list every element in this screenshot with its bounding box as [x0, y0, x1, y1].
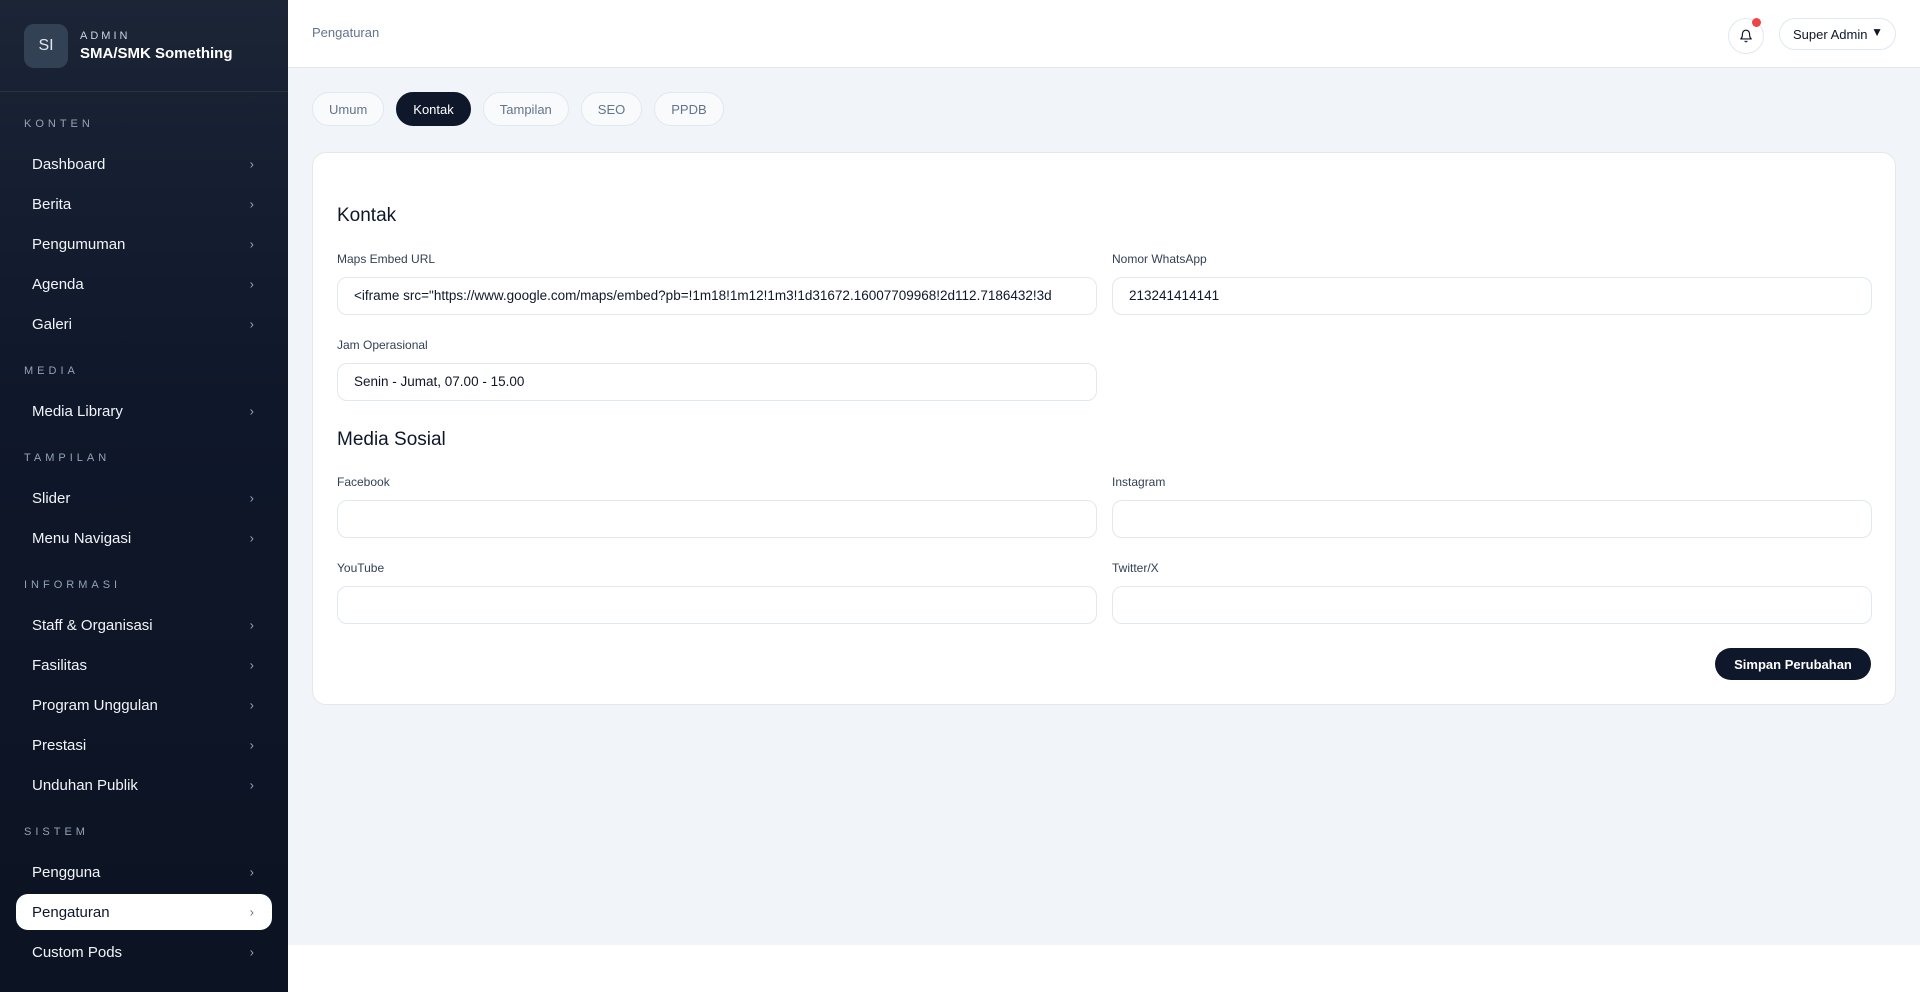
topbar: Pengaturan Super Admin ▼	[288, 0, 1920, 68]
chevron-right-icon: ›	[249, 617, 254, 633]
chevron-right-icon: ›	[249, 236, 254, 252]
chevron-right-icon: ›	[249, 944, 254, 960]
sidebar-section-label: TAMPILAN	[24, 452, 111, 464]
settings-tabs: Umum Kontak Tampilan SEO PPDB	[312, 92, 736, 126]
youtube-label: YouTube	[337, 561, 385, 575]
twitter-input[interactable]	[1112, 586, 1872, 624]
brand-logo: SI	[24, 23, 68, 68]
media-sosial-title: Media Sosial	[337, 429, 446, 450]
tab-tampilan[interactable]: Tampilan	[482, 92, 569, 126]
tab-kontak[interactable]: Kontak	[396, 92, 471, 126]
sidebar-item-label: Staff & Organisasi	[32, 616, 153, 634]
sidebar-item-label: Dashboard	[32, 155, 106, 173]
sidebar-item-pengaturan[interactable]: Pengaturan ›	[16, 894, 272, 930]
sidebar-item-program-unggulan[interactable]: Program Unggulan ›	[16, 687, 272, 723]
sidebar-item-slider[interactable]: Slider ›	[16, 480, 272, 516]
notification-button[interactable]	[1728, 18, 1764, 54]
jam-label: Jam Operasional	[337, 338, 428, 352]
youtube-input[interactable]	[337, 586, 1097, 624]
sidebar-item-menu-navigasi[interactable]: Menu Navigasi ›	[16, 520, 272, 556]
sidebar-item-label: Media Library	[32, 402, 123, 420]
sidebar-item-label: Pengaturan	[32, 903, 110, 921]
whatsapp-label: Nomor WhatsApp	[1112, 252, 1207, 266]
sidebar-item-media-library[interactable]: Media Library ›	[16, 393, 272, 429]
chevron-right-icon: ›	[249, 490, 254, 506]
sidebar-item-pengumuman[interactable]: Pengumuman ›	[16, 226, 272, 262]
chevron-right-icon: ›	[249, 530, 254, 546]
twitter-label: Twitter/X	[1112, 561, 1159, 575]
sidebar-item-prestasi[interactable]: Prestasi ›	[16, 727, 272, 763]
sidebar-item-label: Menu Navigasi	[32, 529, 132, 547]
sidebar-item-berita[interactable]: Berita ›	[16, 186, 272, 222]
maps-label: Maps Embed URL	[337, 252, 436, 266]
sidebar-item-custom-pods[interactable]: Custom Pods ›	[16, 934, 272, 970]
instagram-input[interactable]	[1112, 500, 1872, 538]
notification-badge	[1752, 18, 1761, 27]
maps-embed-input[interactable]: <iframe src="https://www.google.com/maps…	[337, 277, 1097, 315]
whatsapp-input[interactable]: 213241414141	[1112, 277, 1872, 315]
sidebar-item-label: Slider	[32, 489, 71, 507]
sidebar-item-label: Pengguna	[32, 863, 101, 881]
sidebar-item-pengguna[interactable]: Pengguna ›	[16, 854, 272, 890]
facebook-label: Facebook	[337, 475, 390, 489]
chevron-right-icon: ›	[249, 777, 254, 793]
chevron-right-icon: ›	[249, 904, 254, 920]
sidebar-item-galeri[interactable]: Galeri ›	[16, 306, 272, 342]
user-name: Super Admin	[1793, 26, 1868, 42]
sidebar-item-label: Custom Pods	[32, 943, 123, 961]
kontak-section-title: Kontak	[337, 205, 397, 226]
chevron-right-icon: ›	[249, 403, 254, 419]
chevron-right-icon: ›	[249, 156, 254, 172]
kontak-card: Kontak Maps Embed URL <iframe src="https…	[312, 152, 1896, 705]
sidebar-item-label: Fasilitas	[32, 656, 88, 674]
brand-name: SMA/SMK Something	[80, 44, 233, 62]
sidebar-section-label: KONTEN	[24, 118, 94, 130]
chevron-right-icon: ›	[249, 276, 254, 292]
sidebar-item-agenda[interactable]: Agenda ›	[16, 266, 272, 302]
tab-seo[interactable]: SEO	[580, 92, 643, 126]
caret-down-icon: ▼	[1871, 25, 1883, 39]
sidebar-item-label: Program Unggulan	[32, 696, 158, 714]
sidebar: SI ADMIN SMA/SMK Something KONTEN Dashboa…	[0, 0, 288, 992]
chevron-right-icon: ›	[249, 864, 254, 880]
chevron-right-icon: ›	[249, 737, 254, 753]
jam-operasional-input[interactable]: Senin - Jumat, 07.00 - 15.00	[337, 363, 1097, 401]
sidebar-item-label: Agenda	[32, 275, 84, 293]
instagram-label: Instagram	[1112, 475, 1166, 489]
save-button[interactable]: Simpan Perubahan	[1715, 648, 1871, 680]
sidebar-item-label: Prestasi	[32, 736, 87, 754]
main-area: Pengaturan Super Admin ▼ Umum Kontak Tampi…	[288, 0, 1920, 945]
bell-icon	[1740, 29, 1752, 43]
sidebar-section-label: SISTEM	[24, 826, 89, 838]
tab-ppdb[interactable]: PPDB	[654, 92, 724, 126]
user-menu-button[interactable]: Super Admin ▼	[1779, 18, 1896, 50]
sidebar-section-label: INFORMASI	[24, 579, 122, 591]
sidebar-item-dashboard[interactable]: Dashboard ›	[16, 146, 272, 182]
sidebar-item-fasilitas[interactable]: Fasilitas ›	[16, 647, 272, 683]
facebook-input[interactable]	[337, 500, 1097, 538]
sidebar-item-label: Berita	[32, 195, 72, 213]
sidebar-item-label: Galeri	[32, 315, 73, 333]
chevron-right-icon: ›	[249, 316, 254, 332]
sidebar-section-label: MEDIA	[24, 365, 79, 377]
brand: SI ADMIN SMA/SMK Something	[0, 0, 288, 92]
brand-role: ADMIN	[80, 29, 131, 42]
chevron-right-icon: ›	[249, 697, 254, 713]
tab-umum[interactable]: Umum	[312, 92, 385, 126]
sidebar-item-unduhan-publik[interactable]: Unduhan Publik ›	[16, 767, 272, 803]
chevron-right-icon: ›	[249, 657, 254, 673]
sidebar-item-label: Unduhan Publik	[32, 776, 138, 794]
sidebar-item-label: Pengumuman	[32, 235, 126, 253]
chevron-right-icon: ›	[249, 196, 254, 212]
sidebar-item-staff-organisasi[interactable]: Staff & Organisasi ›	[16, 607, 272, 643]
breadcrumb: Pengaturan	[312, 25, 380, 40]
